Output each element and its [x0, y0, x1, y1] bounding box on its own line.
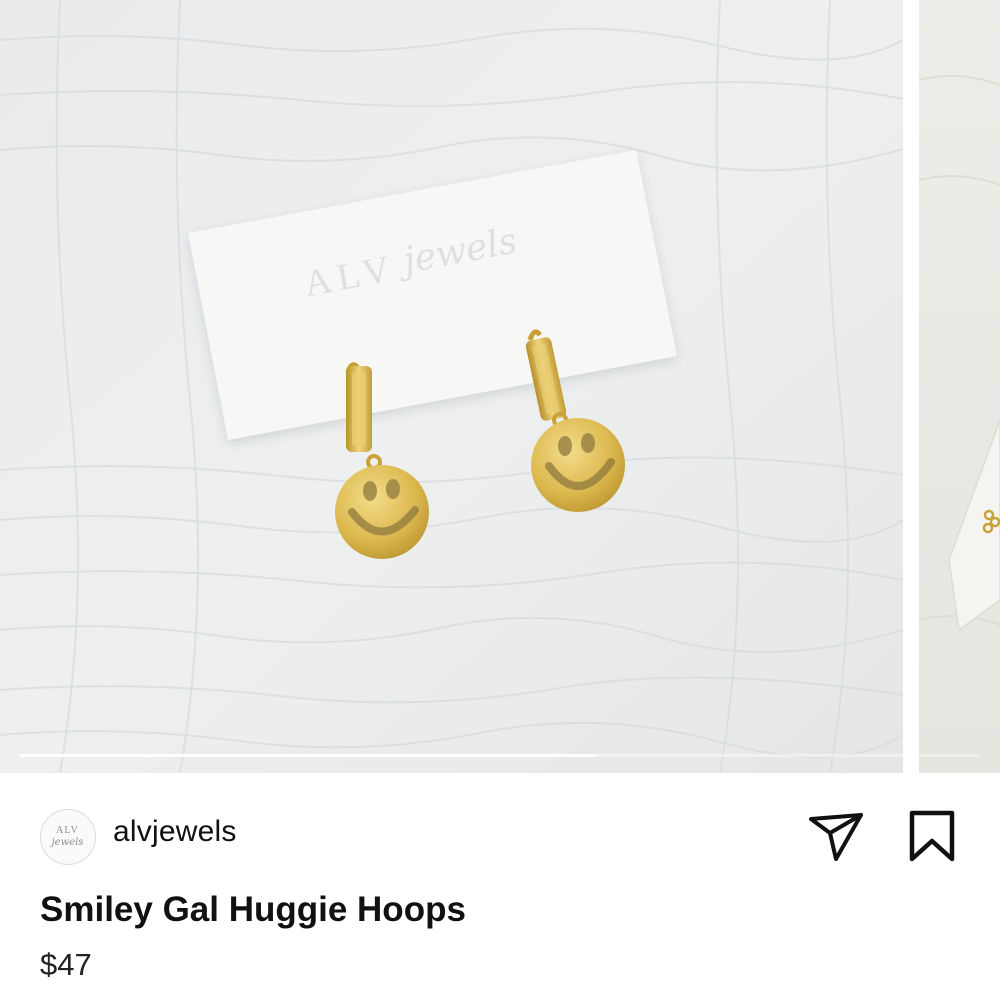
product-title: Smiley Gal Huggie Hoops	[40, 890, 466, 929]
product-price: $47	[40, 947, 92, 982]
avatar[interactable]: ALV jewels	[40, 809, 96, 865]
product-photo[interactable]: ALV jewels	[0, 0, 903, 773]
username[interactable]: alvjewels	[113, 815, 237, 849]
avatar-logo-script: jewels	[50, 837, 84, 848]
avatar-logo-text: ALV	[56, 825, 79, 836]
carousel-gap	[903, 0, 919, 773]
alv-logo-icon: ALV jewels	[50, 825, 84, 848]
carousel-progress-fill	[20, 754, 596, 757]
save-button[interactable]	[904, 808, 960, 864]
product-image-carousel[interactable]: ALV jewels	[0, 0, 1000, 773]
carousel-progress-bar	[20, 754, 980, 757]
share-button[interactable]	[806, 808, 866, 864]
bookmark-icon	[909, 810, 955, 862]
paper-plane-icon	[809, 813, 863, 861]
next-product-photo-peek[interactable]	[919, 0, 1000, 773]
